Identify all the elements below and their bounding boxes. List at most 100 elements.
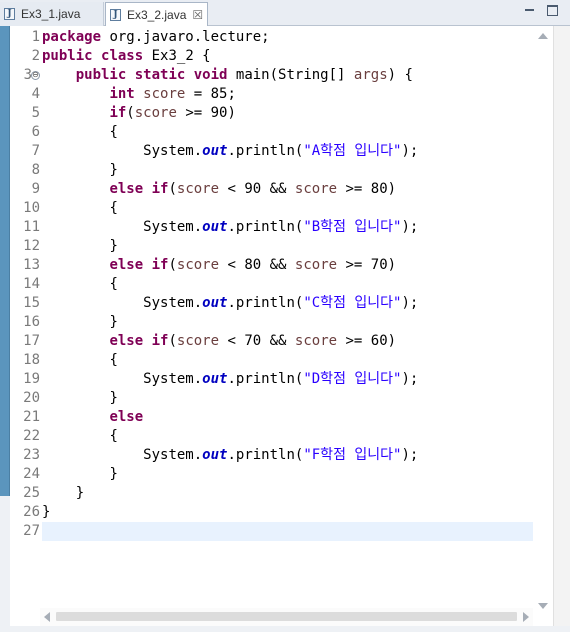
local-variable: score: [134, 105, 177, 121]
code-line-26: }: [42, 503, 533, 522]
tab-ex3-1-java[interactable]: J Ex3_1.java: [0, 2, 104, 26]
line-number: 2: [31, 48, 40, 64]
line-number-gutter: 1 2 3 4 5 6 7 8 9 10 11 12 13 14 15 16 17 18 19 20 21 22 23 24 2…: [10, 26, 40, 616]
code-line-3: public static void main(String[] args) {: [42, 66, 533, 85]
overview-ruler: [553, 26, 570, 632]
window-controls: [524, 5, 558, 16]
horizontal-scroll-thumb[interactable]: [56, 612, 517, 621]
code-line-19: System.out.println("D학점 입니다");: [42, 370, 533, 389]
line-number: 8: [31, 162, 40, 178]
code-line-25: }: [42, 484, 533, 503]
line-number: 21: [23, 409, 40, 425]
line-number: 1: [31, 29, 40, 45]
code-text: .println(: [227, 447, 304, 463]
code-text: (: [126, 105, 135, 121]
code-text: System.: [143, 219, 203, 235]
minimize-icon[interactable]: [524, 5, 535, 16]
keyword: static: [134, 67, 186, 83]
scroll-left-icon[interactable]: [44, 612, 50, 622]
code-text: >= 60): [337, 333, 397, 349]
line-number: 17: [23, 333, 40, 349]
tab-ex3-2-java[interactable]: J Ex3_2.java ☒: [105, 2, 208, 27]
code-editor[interactable]: 1 2 3 4 5 6 7 8 9 10 11 12 13 14 15 16 17 18 19 20 21 22 23 24 2…: [0, 26, 570, 632]
code-text: < 90 &&: [219, 181, 295, 197]
code-text: }: [109, 238, 118, 254]
code-line-12: }: [42, 237, 533, 256]
line-number: 14: [23, 276, 40, 292]
local-variable: score: [294, 333, 338, 349]
code-text: );: [401, 371, 419, 387]
code-text: System.: [143, 447, 203, 463]
code-text: .println(: [227, 219, 304, 235]
local-variable: score: [294, 257, 338, 273]
line-number: 13: [23, 257, 40, 273]
code-text: {: [109, 200, 118, 216]
code-line-20: }: [42, 389, 533, 408]
code-line-11: System.out.println("B학점 입니다");: [42, 218, 533, 237]
keyword: if: [151, 181, 169, 197]
code-text: );: [401, 219, 419, 235]
code-text: .println(: [227, 295, 304, 311]
line-number: 12: [23, 238, 40, 254]
code-line-4: int score = 85;: [42, 85, 533, 104]
code-line-17: else if(score < 70 && score >= 60): [42, 332, 533, 351]
code-text: {: [109, 276, 118, 292]
keyword: else: [109, 333, 144, 349]
code-text: ) {: [387, 67, 413, 83]
fold-collapse-icon[interactable]: ⊖: [31, 71, 40, 80]
keyword: void: [193, 67, 228, 83]
code-line-23: System.out.println("F학점 입니다");: [42, 446, 533, 465]
code-text: }: [109, 390, 118, 406]
scroll-up-icon[interactable]: [538, 33, 548, 39]
horizontal-scrollbar[interactable]: [40, 608, 533, 626]
code-text: (: [168, 181, 177, 197]
static-field: out: [202, 295, 228, 311]
ruler-background: [0, 496, 10, 632]
local-variable: score: [176, 257, 220, 273]
code-area[interactable]: package org.javaro.lecture; public class…: [42, 28, 533, 541]
keyword: else: [109, 181, 144, 197]
local-variable: score: [143, 86, 186, 102]
code-text: System.: [143, 371, 203, 387]
code-line-21: else: [42, 408, 533, 427]
line-number: 5: [31, 105, 40, 121]
code-line-10: {: [42, 199, 533, 218]
code-text: );: [401, 295, 419, 311]
line-number: 10: [23, 200, 40, 216]
code-text: }: [109, 162, 118, 178]
keyword: if: [109, 105, 127, 121]
parameter: args: [353, 67, 388, 83]
scroll-right-icon[interactable]: [523, 612, 529, 622]
code-text: System.: [143, 143, 203, 159]
line-number: 18: [23, 352, 40, 368]
code-line-27-current[interactable]: [42, 522, 533, 541]
code-text: }: [109, 314, 118, 330]
code-line-9: else if(score < 90 && score >= 80): [42, 180, 533, 199]
string-literal: "D학점 입니다": [303, 371, 402, 387]
code-line-18: {: [42, 351, 533, 370]
scroll-down-icon[interactable]: [538, 603, 548, 609]
code-line-6: {: [42, 123, 533, 142]
code-text: .println(: [227, 143, 304, 159]
keyword: if: [151, 257, 169, 273]
java-file-icon: J: [110, 9, 121, 21]
code-text: = 85;: [185, 86, 236, 102]
java-file-icon: J: [4, 8, 15, 20]
close-icon[interactable]: ☒: [192, 8, 203, 22]
local-variable: score: [176, 181, 220, 197]
line-number: 26: [23, 504, 40, 520]
code-text: >= 80): [337, 181, 397, 197]
string-literal: "A학점 입니다": [303, 143, 402, 159]
keyword: class: [101, 48, 144, 64]
static-field: out: [202, 143, 228, 159]
vertical-scrollbar[interactable]: [533, 26, 553, 616]
code-text: .println(: [227, 371, 304, 387]
local-variable: score: [176, 333, 220, 349]
code-line-7: System.out.println("A학점 입니다");: [42, 142, 533, 161]
code-text: {: [109, 124, 118, 140]
code-text: }: [75, 485, 85, 501]
line-number: 11: [23, 219, 40, 235]
keyword: public: [42, 48, 93, 64]
tab-label: Ex3_2.java: [127, 8, 187, 22]
maximize-icon[interactable]: [547, 5, 558, 16]
